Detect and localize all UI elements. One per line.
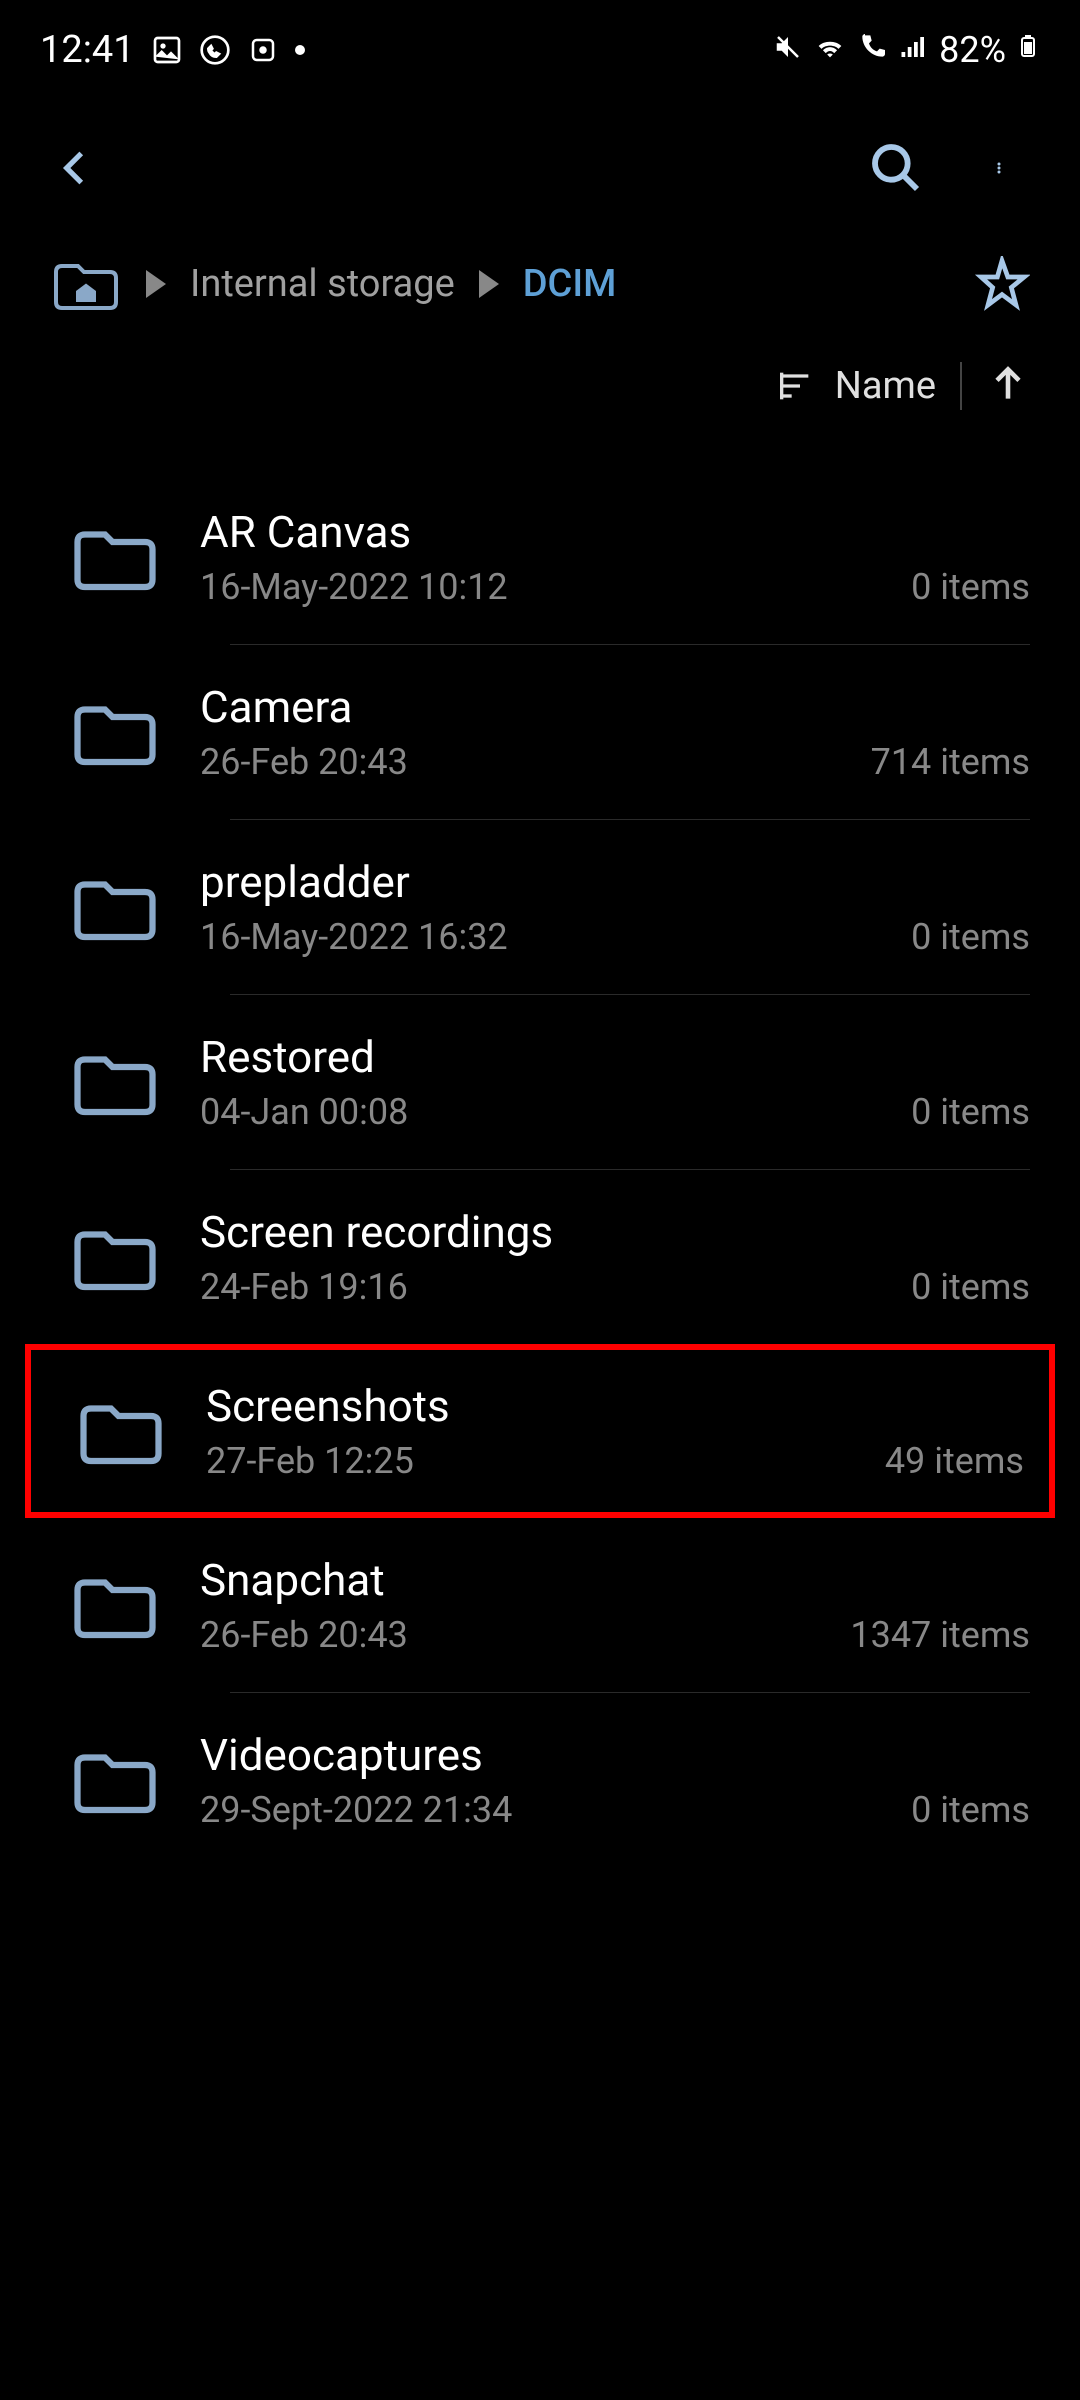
folder-name: Screen recordings	[200, 1206, 1030, 1258]
folder-icon	[70, 1570, 160, 1640]
folder-icon	[70, 522, 160, 592]
breadcrumb-row: Internal storage DCIM	[0, 226, 1080, 332]
folder-item[interactable]: AR Canvas 16-May-2022 10:12 0 items	[0, 470, 1080, 644]
folder-content: Camera 26-Feb 20:43 714 items	[200, 681, 1030, 783]
sort-row: Name	[0, 332, 1080, 430]
folder-count: 0 items	[911, 1091, 1030, 1133]
status-bar: 12:41 82%	[0, 0, 1080, 90]
wifi-icon	[813, 29, 847, 72]
breadcrumb-separator-icon	[146, 270, 166, 298]
app-icon	[247, 34, 279, 66]
folder-count: 0 items	[911, 916, 1030, 958]
folder-meta: 16-May-2022 10:12 0 items	[200, 566, 1030, 608]
whatsapp-icon	[199, 34, 231, 66]
breadcrumb-separator-icon	[479, 270, 499, 298]
folder-name: AR Canvas	[200, 506, 1030, 558]
folder-content: Videocaptures 29-Sept-2022 21:34 0 items	[200, 1729, 1030, 1831]
folder-meta: 04-Jan 00:08 0 items	[200, 1091, 1030, 1133]
folder-count: 714 items	[871, 741, 1030, 783]
folder-name: Screenshots	[206, 1380, 1024, 1432]
folder-content: Screen recordings 24-Feb 19:16 0 items	[200, 1206, 1030, 1308]
folder-count: 0 items	[911, 1266, 1030, 1308]
wifi-calling-icon	[857, 29, 889, 71]
folder-count: 1347 items	[850, 1614, 1030, 1656]
home-button[interactable]	[50, 256, 122, 312]
folder-content: Screenshots 27-Feb 12:25 49 items	[206, 1380, 1024, 1482]
folder-name: Camera	[200, 681, 1030, 733]
folder-item[interactable]: Restored 04-Jan 00:08 0 items	[0, 995, 1080, 1169]
folder-date: 16-May-2022 10:12	[200, 566, 508, 608]
folder-item[interactable]: Screenshots 27-Feb 12:25 49 items	[25, 1344, 1055, 1518]
notification-dot	[295, 45, 305, 55]
signal-icon	[899, 29, 929, 71]
battery-icon	[1016, 28, 1040, 73]
more-button[interactable]	[974, 140, 1030, 196]
folder-date: 26-Feb 20:43	[200, 741, 408, 783]
status-time: 12:41	[40, 28, 135, 72]
folder-meta: 26-Feb 20:43 1347 items	[200, 1614, 1030, 1656]
search-button[interactable]	[868, 140, 924, 196]
folder-content: prepladder 16-May-2022 16:32 0 items	[200, 856, 1030, 958]
mute-icon	[773, 29, 803, 71]
folder-item[interactable]: Snapchat 26-Feb 20:43 1347 items	[0, 1518, 1080, 1692]
folder-count: 49 items	[885, 1440, 1024, 1482]
folder-meta: 27-Feb 12:25 49 items	[206, 1440, 1024, 1482]
folder-item[interactable]: Screen recordings 24-Feb 19:16 0 items	[0, 1170, 1080, 1344]
folder-content: Snapchat 26-Feb 20:43 1347 items	[200, 1554, 1030, 1656]
folder-icon	[70, 1222, 160, 1292]
sort-label: Name	[835, 364, 936, 408]
sort-button[interactable]: Name	[775, 364, 936, 408]
folder-icon	[70, 872, 160, 942]
folder-meta: 24-Feb 19:16 0 items	[200, 1266, 1030, 1308]
breadcrumb-segment[interactable]: Internal storage	[190, 262, 455, 306]
folder-date: 26-Feb 20:43	[200, 1614, 408, 1656]
folder-date: 04-Jan 00:08	[200, 1091, 408, 1133]
back-button[interactable]	[50, 143, 100, 193]
folder-list: AR Canvas 16-May-2022 10:12 0 items Came…	[0, 430, 1080, 1867]
folder-item[interactable]: prepladder 16-May-2022 16:32 0 items	[0, 820, 1080, 994]
favorite-button[interactable]	[974, 256, 1030, 312]
folder-item[interactable]: Camera 26-Feb 20:43 714 items	[0, 645, 1080, 819]
folder-name: prepladder	[200, 856, 1030, 908]
status-right: 82%	[773, 28, 1040, 73]
folder-icon	[76, 1396, 166, 1466]
image-icon	[151, 34, 183, 66]
folder-meta: 16-May-2022 16:32 0 items	[200, 916, 1030, 958]
folder-content: AR Canvas 16-May-2022 10:12 0 items	[200, 506, 1030, 608]
folder-date: 27-Feb 12:25	[206, 1440, 414, 1482]
folder-content: Restored 04-Jan 00:08 0 items	[200, 1031, 1030, 1133]
folder-meta: 29-Sept-2022 21:34 0 items	[200, 1789, 1030, 1831]
folder-name: Restored	[200, 1031, 1030, 1083]
breadcrumb: Internal storage DCIM	[50, 256, 616, 312]
folder-item[interactable]: Videocaptures 29-Sept-2022 21:34 0 items	[0, 1693, 1080, 1867]
folder-count: 0 items	[911, 1789, 1030, 1831]
status-left: 12:41	[40, 28, 305, 72]
sort-direction-button[interactable]	[986, 362, 1030, 410]
breadcrumb-current: DCIM	[523, 262, 617, 306]
folder-meta: 26-Feb 20:43 714 items	[200, 741, 1030, 783]
folder-icon	[70, 1047, 160, 1117]
folder-icon	[70, 1745, 160, 1815]
folder-count: 0 items	[911, 566, 1030, 608]
folder-icon	[70, 697, 160, 767]
folder-date: 29-Sept-2022 21:34	[200, 1789, 512, 1831]
folder-date: 16-May-2022 16:32	[200, 916, 508, 958]
top-bar	[0, 90, 1080, 226]
folder-name: Videocaptures	[200, 1729, 1030, 1781]
sort-divider	[960, 362, 962, 410]
folder-name: Snapchat	[200, 1554, 1030, 1606]
folder-date: 24-Feb 19:16	[200, 1266, 408, 1308]
battery-percent: 82%	[939, 29, 1006, 71]
